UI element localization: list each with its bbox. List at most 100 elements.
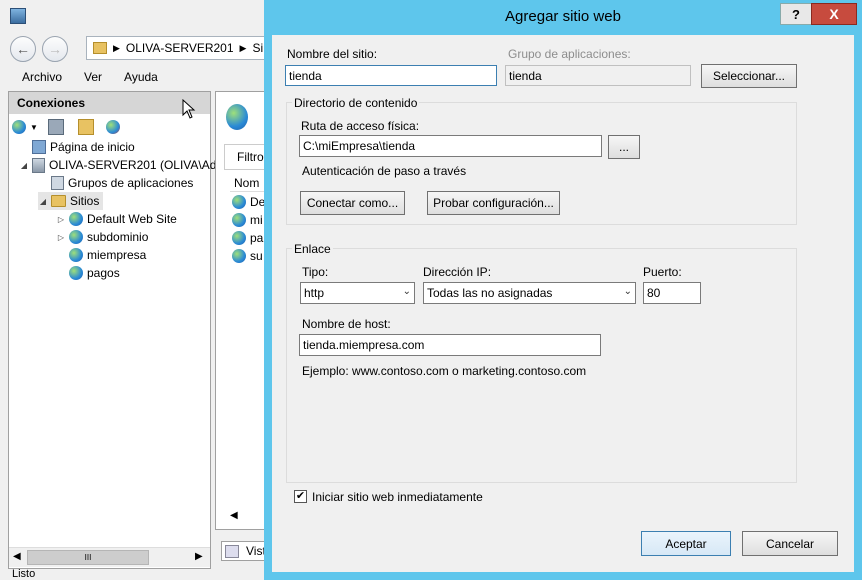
- host-name-input[interactable]: tienda.miempresa.com: [299, 334, 601, 356]
- site-row[interactable]: mi: [232, 211, 263, 229]
- home-icon: [32, 140, 46, 154]
- up-level-icon[interactable]: [77, 119, 94, 135]
- menu-archivo[interactable]: Archivo: [0, 70, 73, 84]
- binding-label: Enlace: [292, 242, 333, 256]
- tree-item-start-page[interactable]: Página de inicio: [19, 138, 135, 156]
- globe-icon: [69, 248, 83, 262]
- content-directory-label: Directorio de contenido: [292, 96, 420, 110]
- connections-panel: Conexiones ▼ Página de inicio ◢ OLIVA-SE…: [8, 91, 216, 569]
- collapsed-arrow-icon[interactable]: ▷: [56, 215, 66, 224]
- features-panel: Filtro Nom De mi pa su ◀: [215, 91, 266, 530]
- status-bar: Listo: [0, 568, 270, 580]
- globe-icon: [232, 213, 246, 227]
- breadcrumb-arrow-icon: ▶: [239, 42, 247, 53]
- folder-icon: [51, 195, 66, 207]
- app-pools-icon: [51, 176, 64, 190]
- breadcrumb-arrow-icon: ▶: [113, 42, 120, 53]
- passthrough-auth-text: Autenticación de paso a través: [302, 164, 467, 178]
- features-view-icon: [225, 544, 239, 558]
- dialog-title: Agregar sitio web: [505, 8, 621, 25]
- globe-icon: [232, 231, 246, 245]
- site-row[interactable]: pa: [232, 229, 263, 247]
- address-path: OLIVA-SERVER201: [125, 41, 234, 55]
- horizontal-scrollbar[interactable]: ◀ III ▶: [9, 547, 210, 567]
- site-name-input[interactable]: tienda: [285, 65, 497, 86]
- scroll-left-icon[interactable]: ◀: [230, 510, 238, 521]
- chevron-down-icon[interactable]: ▼: [30, 123, 38, 132]
- checkmark-icon: ✔: [295, 490, 306, 502]
- scroll-left-icon[interactable]: ◀: [13, 551, 21, 562]
- tree-item-site[interactable]: pagos: [56, 264, 120, 282]
- select-app-pool-button[interactable]: Seleccionar...: [701, 64, 797, 88]
- globe-icon: [232, 195, 246, 209]
- menu-bar: Archivo Ver Ayuda: [0, 66, 270, 88]
- globe-icon: [69, 266, 83, 280]
- help-button[interactable]: ?: [780, 3, 812, 25]
- dialog-titlebar: Agregar sitio web: [264, 0, 862, 33]
- menu-ayuda[interactable]: Ayuda: [113, 70, 169, 84]
- back-button[interactable]: ←: [10, 36, 36, 62]
- folder-icon: [93, 42, 107, 54]
- dialog-body: Nombre del sitio: tienda Grupo de aplica…: [272, 35, 854, 572]
- features-view-tab[interactable]: Vista: [221, 541, 265, 561]
- port-label: Puerto:: [643, 265, 682, 279]
- filter-bar[interactable]: Filtro: [224, 144, 266, 170]
- app-pool-label: Grupo de aplicaciones:: [508, 47, 631, 61]
- connections-header: Conexiones: [9, 92, 210, 114]
- connect-icon[interactable]: [12, 120, 26, 134]
- site-name-label: Nombre del sitio:: [287, 47, 378, 61]
- sites-globe-icon: [226, 104, 248, 130]
- ok-button[interactable]: Aceptar: [641, 531, 731, 556]
- tree-item-site[interactable]: ▷ subdominio: [56, 228, 148, 246]
- ip-address-label: Dirección IP:: [423, 265, 492, 279]
- port-input[interactable]: 80: [643, 282, 701, 304]
- globe-icon: [69, 230, 83, 244]
- delete-connection-icon[interactable]: [105, 120, 120, 134]
- physical-path-label: Ruta de acceso física:: [301, 119, 420, 133]
- expand-arrow-icon[interactable]: ◢: [38, 197, 48, 206]
- connect-as-button[interactable]: Conectar como...: [300, 191, 405, 215]
- filter-label: Filtro: [237, 150, 264, 164]
- scroll-right-icon[interactable]: ▶: [195, 551, 203, 562]
- physical-path-input[interactable]: C:\miEmpresa\tienda: [299, 135, 602, 157]
- expand-arrow-icon[interactable]: ◢: [19, 161, 29, 170]
- server-icon: [32, 157, 45, 173]
- chevron-down-icon: ⌄: [623, 286, 632, 297]
- tree-item-server[interactable]: ◢ OLIVA-SERVER201 (OLIVA\Ad: [19, 156, 216, 174]
- ip-address-select[interactable]: Todas las no asignadas ⌄: [423, 282, 636, 304]
- type-label: Tipo:: [302, 265, 329, 279]
- mouse-cursor-icon: [182, 99, 196, 119]
- save-icon[interactable]: [47, 119, 64, 135]
- site-row[interactable]: su: [232, 247, 263, 265]
- collapsed-arrow-icon[interactable]: ▷: [56, 233, 66, 242]
- tree-item-app-pools[interactable]: Grupos de aplicaciones: [38, 174, 193, 192]
- connections-toolbar: ▼: [9, 116, 210, 138]
- column-header-name[interactable]: Nom: [230, 174, 266, 192]
- window-titlebar: [0, 0, 270, 32]
- address-tail: Si: [252, 41, 264, 55]
- forward-button[interactable]: →: [42, 36, 68, 62]
- app-icon: [10, 8, 26, 24]
- add-website-dialog: Agregar sitio web ? X Nombre del sitio: …: [264, 0, 862, 580]
- host-name-label: Nombre de host:: [302, 317, 391, 331]
- cancel-button[interactable]: Cancelar: [742, 531, 838, 556]
- tree-item-site[interactable]: miempresa: [56, 246, 146, 264]
- start-immediately-label: Iniciar sitio web inmediatamente: [312, 490, 483, 504]
- browse-button[interactable]: ...: [608, 135, 640, 159]
- menu-ver[interactable]: Ver: [73, 70, 113, 84]
- address-field[interactable]: ▶ OLIVA-SERVER201 ▶ Si: [86, 36, 272, 60]
- scroll-thumb[interactable]: III: [27, 550, 149, 565]
- close-button[interactable]: X: [811, 3, 857, 25]
- globe-icon: [69, 212, 83, 226]
- status-text: Listo: [12, 568, 36, 580]
- tree-item-sites[interactable]: ◢ Sitios: [38, 192, 104, 210]
- type-select[interactable]: http ⌄: [300, 282, 415, 304]
- start-immediately-checkbox[interactable]: ✔: [294, 490, 307, 503]
- chevron-down-icon: ⌄: [402, 286, 411, 297]
- tree-item-site[interactable]: ▷ Default Web Site: [56, 210, 177, 228]
- site-row[interactable]: De: [232, 193, 265, 211]
- test-settings-button[interactable]: Probar configuración...: [427, 191, 560, 215]
- globe-icon: [232, 249, 246, 263]
- app-pool-input: tienda: [505, 65, 691, 86]
- host-example-text: Ejemplo: www.contoso.com o marketing.con…: [302, 364, 587, 378]
